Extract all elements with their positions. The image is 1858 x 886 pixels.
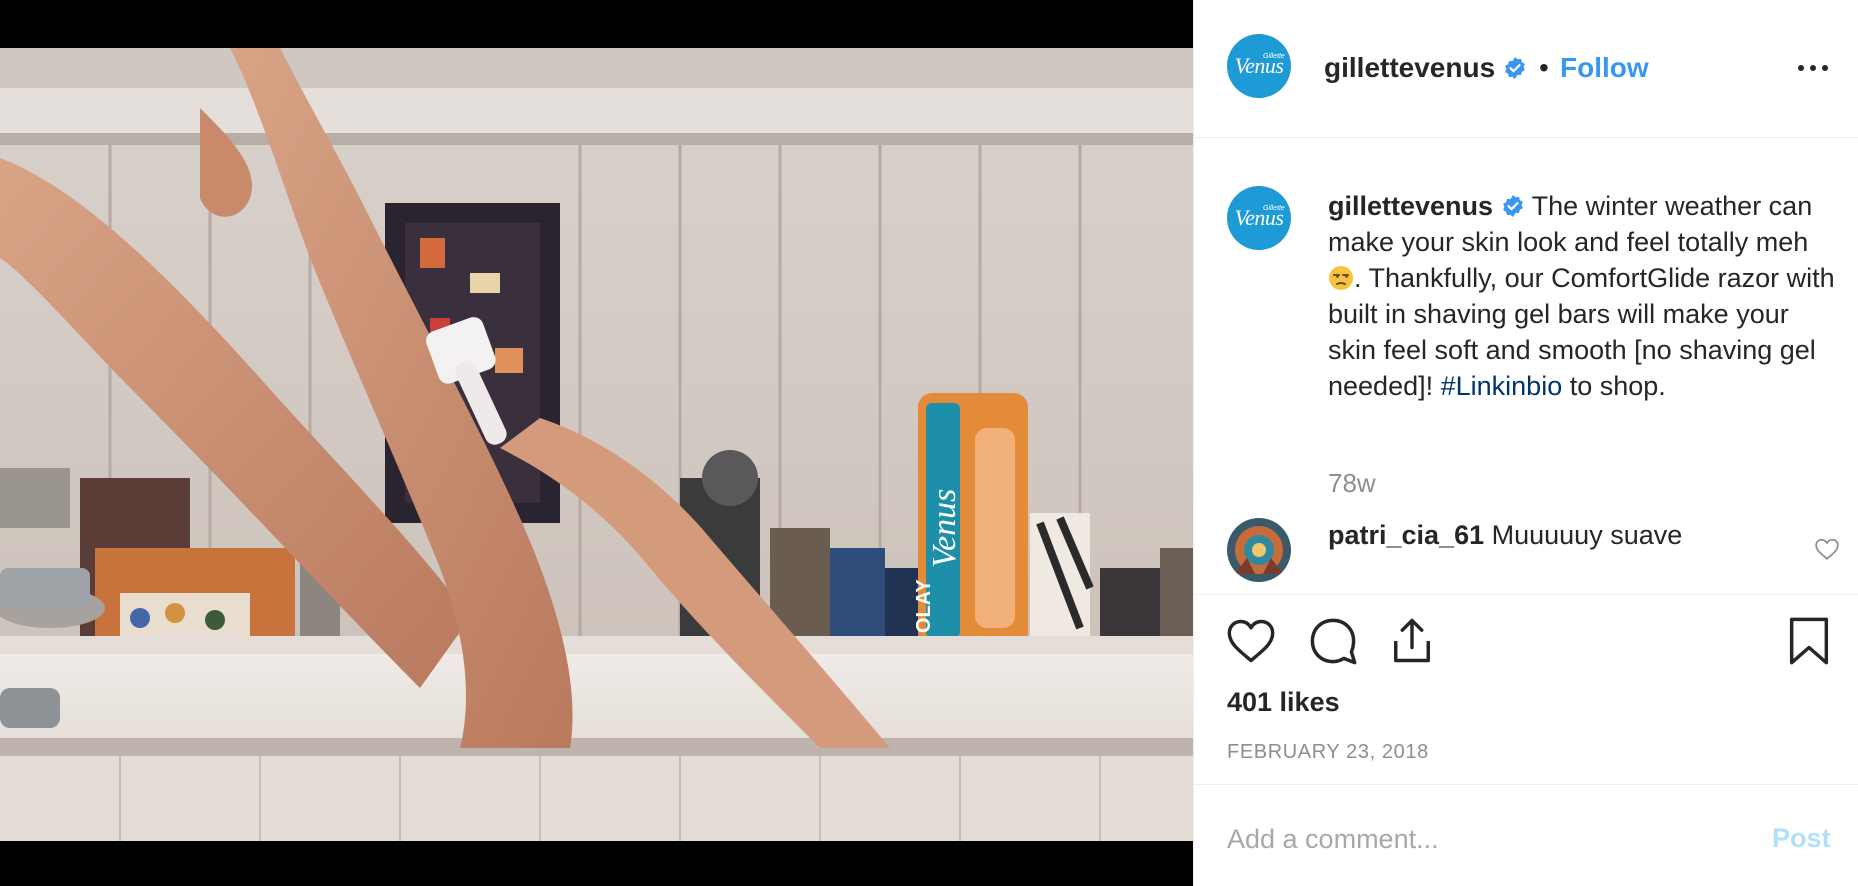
comment-bubble-icon[interactable] xyxy=(1307,615,1359,667)
save-bookmark-icon[interactable] xyxy=(1783,615,1835,667)
post-photo[interactable]: Venus OLAY xyxy=(0,48,1193,841)
instagram-post-modal: Venus OLAY Gillette Venus gillettevenus … xyxy=(0,0,1858,886)
post-date[interactable]: FEBRUARY 23, 2018 xyxy=(1227,741,1429,764)
post-caption: gillettevenus The winter weather can mak… xyxy=(1328,188,1838,404)
post-header: Gillette Venus gillettevenus • Follow xyxy=(1194,0,1858,138)
comment-item: patri_cia_61 Muuuuuy suave xyxy=(1328,520,1682,551)
share-upload-icon[interactable] xyxy=(1386,615,1438,667)
comments-section: Gillette Venus gillettevenus The winter … xyxy=(1194,138,1858,595)
more-dot xyxy=(1798,65,1804,71)
author-username-link[interactable]: gillettevenus xyxy=(1324,52,1527,84)
more-dot xyxy=(1822,65,1828,71)
caption-hashtag-link[interactable]: #Linkinbio xyxy=(1441,371,1563,401)
more-options-icon[interactable] xyxy=(1798,60,1828,74)
add-comment-input[interactable] xyxy=(1227,821,1727,857)
header-separator-dot: • xyxy=(1539,52,1549,83)
product-sublabel: OLAY xyxy=(913,579,935,633)
add-comment-bar: Post xyxy=(1194,785,1858,886)
brand-small-text: Gillette xyxy=(1263,53,1285,60)
post-details-panel: Gillette Venus gillettevenus • Follow Gi… xyxy=(1193,0,1858,886)
verified-badge-icon xyxy=(1502,195,1523,217)
author-avatar[interactable]: Gillette Venus xyxy=(1227,34,1291,98)
brand-small-text: Gillette xyxy=(1263,205,1285,212)
post-media: Venus OLAY xyxy=(0,0,1193,886)
post-comment-button[interactable]: Post xyxy=(1772,823,1831,854)
commenter-avatar-image xyxy=(1227,518,1291,582)
caption-text-end: to shop. xyxy=(1569,371,1666,401)
more-dot xyxy=(1810,65,1816,71)
caption-author-avatar[interactable]: Gillette Venus xyxy=(1227,186,1291,250)
unamused-face-emoji-icon xyxy=(1329,266,1353,290)
comment-username[interactable]: patri_cia_61 xyxy=(1328,520,1484,550)
likes-count[interactable]: 401 likes xyxy=(1227,687,1340,718)
comment-text: Muuuuuy suave xyxy=(1491,520,1683,550)
product-label: Venus xyxy=(926,489,963,568)
caption-username[interactable]: gillettevenus xyxy=(1328,191,1493,221)
bathtub-shaving-photo: Venus OLAY xyxy=(0,48,1193,841)
commenter-avatar[interactable] xyxy=(1227,518,1291,582)
caption-time-ago: 78w xyxy=(1328,468,1376,498)
follow-button[interactable]: Follow xyxy=(1560,52,1649,84)
verified-badge-icon xyxy=(1505,57,1525,79)
author-username: gillettevenus xyxy=(1324,52,1496,83)
post-actions: 401 likes FEBRUARY 23, 2018 xyxy=(1194,595,1858,785)
like-heart-icon[interactable] xyxy=(1225,615,1277,667)
comment-like-heart-icon[interactable] xyxy=(1814,536,1840,562)
